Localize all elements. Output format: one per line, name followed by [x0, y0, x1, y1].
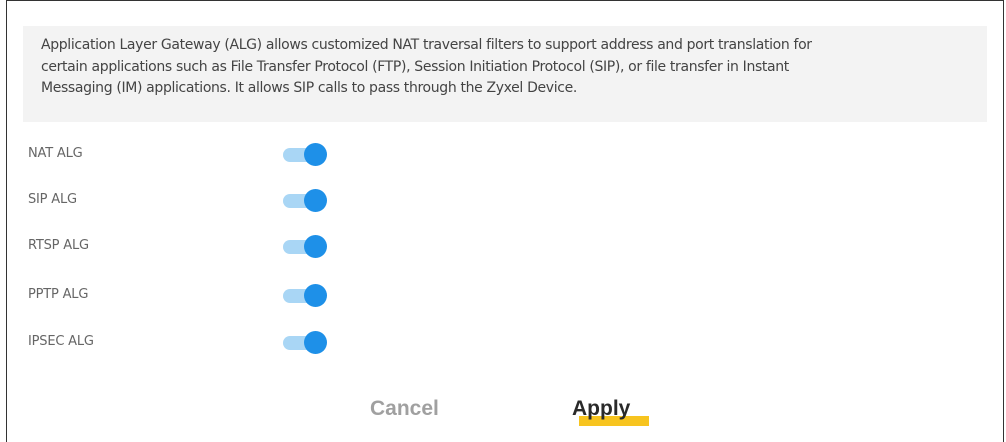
alg-row-sip: SIP ALG [28, 186, 428, 216]
pptp-alg-toggle[interactable] [283, 284, 327, 308]
pptp-alg-label: PPTP ALG [28, 287, 89, 302]
ipsec-alg-toggle[interactable] [283, 331, 327, 355]
alg-row-ipsec: IPSEC ALG [28, 328, 428, 358]
sip-alg-toggle[interactable] [283, 189, 327, 213]
toggle-knob [304, 331, 327, 354]
description-line-2: certain applications such as File Transf… [41, 58, 789, 75]
toggle-knob [304, 143, 327, 166]
description-line-3: Messaging (IM) applications. It allows S… [41, 80, 577, 96]
alg-row-pptp: PPTP ALG [28, 281, 428, 311]
nat-alg-toggle[interactable] [283, 143, 327, 167]
ipsec-alg-label: IPSEC ALG [28, 334, 94, 349]
description-box: Application Layer Gateway (ALG) allows c… [23, 26, 987, 122]
rtsp-alg-toggle[interactable] [283, 235, 327, 259]
alg-row-rtsp: RTSP ALG [28, 232, 428, 262]
toggle-knob [304, 235, 327, 258]
rtsp-alg-label: RTSP ALG [28, 238, 89, 253]
description-line-1: Application Layer Gateway (ALG) allows c… [41, 37, 812, 53]
sip-alg-label: SIP ALG [28, 192, 77, 207]
alg-settings-panel: Application Layer Gateway (ALG) allows c… [6, 0, 1004, 442]
cancel-button[interactable]: Cancel [370, 397, 439, 421]
toggle-knob [304, 284, 327, 307]
nat-alg-label: NAT ALG [28, 146, 83, 161]
apply-button[interactable]: Apply [572, 397, 630, 421]
toggle-knob [304, 189, 327, 212]
alg-row-nat: NAT ALG [28, 140, 428, 170]
